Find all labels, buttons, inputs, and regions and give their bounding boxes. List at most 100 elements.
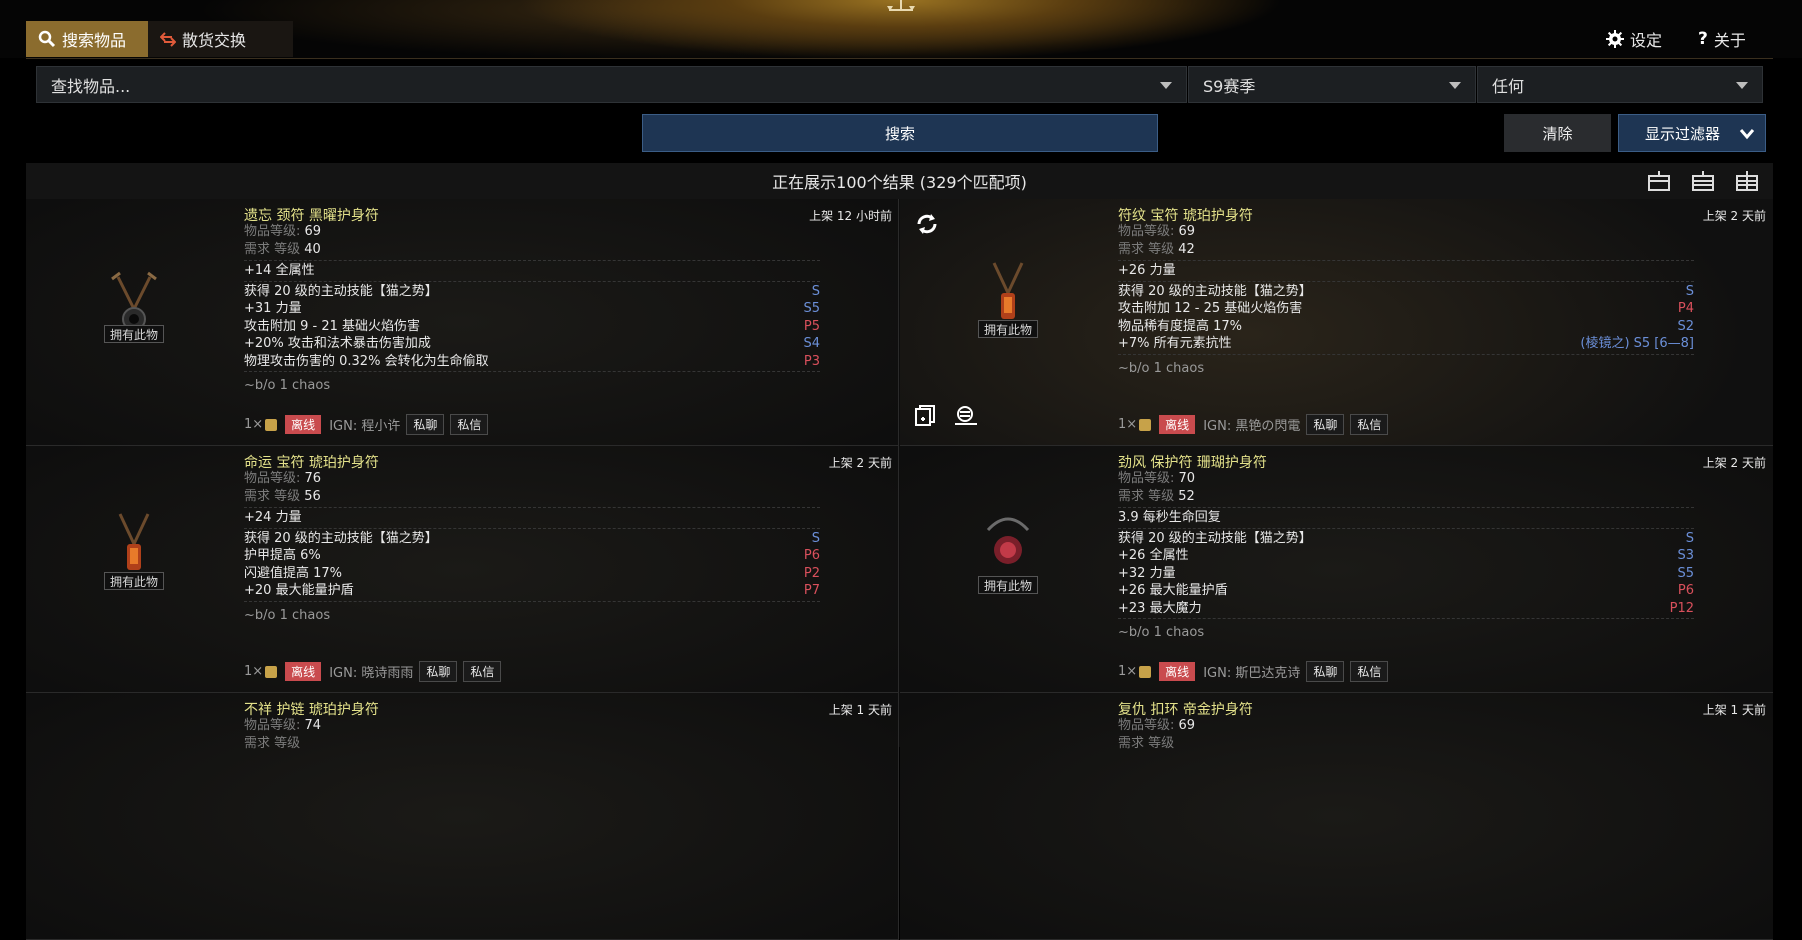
owned-label: 拥有此物 — [109, 327, 158, 342]
search-button[interactable]: 搜索 — [642, 114, 1158, 152]
mod-tier: S — [1685, 283, 1694, 299]
settings-button[interactable]: 设定 — [1606, 21, 1662, 57]
item-level-row: 物品等级: 76 — [244, 470, 892, 488]
tab-bulk-exchange[interactable]: 散货交换 — [148, 21, 293, 57]
item-level-value: 70 — [1178, 471, 1196, 486]
item-search-input[interactable]: 查找物品... — [36, 66, 1187, 103]
league-select[interactable]: S9赛季 — [1188, 66, 1476, 103]
clear-button[interactable]: 清除 — [1504, 114, 1611, 152]
item-level-row: 物品等级: 70 — [1118, 470, 1766, 488]
owned-badge[interactable]: 拥有此物 — [104, 572, 164, 590]
message-button[interactable]: 私信 — [450, 414, 489, 435]
mod-text: 获得 20 级的主动技能【猫之势】 — [244, 530, 438, 546]
item-level-key: 物品等级: — [244, 471, 305, 486]
req-level-key: 需求 等级 — [1118, 242, 1179, 257]
league-value: S9赛季 — [1203, 76, 1256, 96]
chevron-down-icon — [1739, 129, 1755, 140]
price-note: ~b/o 1 chaos — [244, 607, 331, 623]
view-grid-icon[interactable] — [1735, 170, 1759, 192]
owned-label: 拥有此物 — [983, 322, 1032, 337]
item-level-key: 物品等级: — [1118, 471, 1179, 486]
explicit-mod: 护甲提高 6% P6 — [244, 547, 820, 565]
req-level-row: 需求 等级 42 — [1118, 241, 1766, 259]
item-level-key: 物品等级: — [1118, 718, 1179, 733]
seller-row: 1× 离线 IGN: 斯巴达克诗 私聊 私信 — [1118, 661, 1389, 682]
whisper-button[interactable]: 私聊 — [1306, 414, 1345, 435]
item-name: 劲风 保护符 珊瑚护身符 — [1118, 455, 1267, 471]
item-name: 不祥 护链 琥珀护身符 — [244, 702, 379, 718]
chaos-orb-icon — [265, 665, 278, 678]
req-level-key: 需求 等级 — [1118, 489, 1179, 504]
req-level-value: 52 — [1178, 489, 1195, 504]
mod-tier: S5 — [1677, 565, 1694, 581]
message-button[interactable]: 私信 — [463, 661, 502, 682]
result-card: 拥有此物 符纹 宝符 琥珀护身符 上架 2 天前 物品等级: 69 需求 等级 … — [900, 199, 1773, 446]
implicit-mod: +24 力量 — [244, 510, 302, 525]
mod-tier: S — [1685, 530, 1694, 546]
message-button[interactable]: 私信 — [1350, 661, 1389, 682]
result-card: 拥有此物 劲风 保护符 珊瑚护身符 上架 2 天前 物品等级: 70 需求 等级… — [900, 446, 1773, 693]
results-grid: 拥有此物 遗忘 颈符 黑曜护身符 上架 12 小时前 物品等级: 69 需求 等… — [26, 199, 1773, 940]
offline-badge: 离线 — [1159, 662, 1196, 681]
result-card: 不祥 护链 琥珀护身符 上架 1 天前 物品等级: 74 需求 等级 — [26, 693, 899, 940]
mod-tier: S — [811, 530, 820, 546]
mod-text: 物理攻击伤害的 0.32% 会转化为生命偷取 — [244, 353, 489, 369]
tab-search-items[interactable]: 搜索物品 — [26, 21, 148, 57]
price-note: ~b/o 1 chaos — [1118, 360, 1205, 376]
show-filters-button[interactable]: 显示过滤器 — [1618, 114, 1766, 152]
about-label: 关于 — [1713, 31, 1746, 50]
item-level-key: 物品等级: — [244, 718, 305, 733]
view-compact-icon[interactable] — [1647, 170, 1671, 192]
mod-text: +31 力量 — [244, 301, 302, 316]
mod-text: +23 最大魔力 — [1118, 600, 1202, 616]
mods-block: +26 力量 获得 20 级的主动技能【猫之势】 S 攻击附加 12 - 25 基… — [1118, 260, 1694, 379]
req-level-row: 需求 等级 56 — [244, 488, 892, 506]
seller-ign: IGN: 程小许 — [329, 419, 401, 434]
about-button[interactable]: ? 关于 — [1698, 21, 1746, 57]
item-level-value: 69 — [304, 224, 322, 239]
price-qty: 1× — [244, 664, 264, 679]
item-info: 命运 宝符 琥珀护身符 上架 2 天前 物品等级: 76 需求 等级 56 +2… — [244, 452, 892, 626]
mod-tier: P2 — [803, 565, 820, 581]
settings-label: 设定 — [1630, 31, 1663, 50]
status-select[interactable]: 任何 — [1477, 66, 1763, 103]
implicit-mod: +14 全属性 — [244, 263, 315, 278]
refresh-icon[interactable] — [914, 211, 940, 237]
implicit-mod: 3.9 每秒生命回复 — [1118, 510, 1221, 525]
explicit-mod: +7% 所有元素抗性 (棱镜之) S5 [6—8] — [1118, 335, 1694, 353]
listed-time: 上架 1 天前 — [1702, 703, 1766, 717]
message-button[interactable]: 私信 — [1350, 414, 1389, 435]
implicit-mod: +26 力量 — [1118, 263, 1176, 278]
explicit-mod: 物理攻击伤害的 0.32% 会转化为生命偷取 P3 — [244, 353, 820, 371]
mods-block: +24 力量 获得 20 级的主动技能【猫之势】 S 护甲提高 6% P6 闪避值提… — [244, 507, 820, 626]
item-name: 命运 宝符 琥珀护身符 — [244, 455, 379, 471]
mod-tier: P4 — [1677, 301, 1694, 316]
owned-badge[interactable]: 拥有此物 — [978, 320, 1038, 338]
results-summary: 正在展示100个结果 (329个匹配项) — [772, 173, 1027, 192]
seller-row: 1× 离线 IGN: 程小许 私聊 私信 — [244, 414, 489, 435]
mod-text: 获得 20 级的主动技能【猫之势】 — [244, 283, 438, 299]
item-level-key: 物品等级: — [244, 224, 305, 239]
item-info: 遗忘 颈符 黑曜护身符 上架 12 小时前 物品等级: 69 需求 等级 40 … — [244, 205, 892, 396]
find-similar-icon[interactable] — [954, 405, 978, 427]
mods-block: +14 全属性 获得 20 级的主动技能【猫之势】 S +31 力量 S5 攻击附加… — [244, 260, 820, 396]
explicit-mod: 闪避值提高 17% P2 — [244, 565, 820, 583]
mod-text: +7% 所有元素抗性 — [1118, 336, 1232, 351]
scales-icon — [887, 0, 915, 11]
owned-badge[interactable]: 拥有此物 — [104, 325, 164, 343]
mod-tier: S5 — [803, 301, 820, 316]
mod-tier: S3 — [1677, 548, 1694, 563]
whisper-button[interactable]: 私聊 — [419, 661, 458, 682]
mod-text: 攻击附加 9 - 21 基础火焰伤害 — [244, 318, 421, 334]
owned-badge[interactable]: 拥有此物 — [978, 576, 1038, 594]
whisper-button[interactable]: 私聊 — [406, 414, 445, 435]
whisper-button[interactable]: 私聊 — [1306, 661, 1345, 682]
price-qty: 1× — [244, 417, 264, 432]
copy-icon[interactable] — [914, 405, 936, 427]
mods-block: 3.9 每秒生命回复 获得 20 级的主动技能【猫之势】 S +26 全属性 S3 … — [1118, 507, 1694, 643]
listed-time: 上架 2 天前 — [828, 456, 892, 470]
gear-icon — [1606, 30, 1624, 48]
view-options — [1647, 170, 1759, 192]
view-list-icon[interactable] — [1691, 170, 1715, 192]
seller-ign: IGN: 黒铯の閃電 — [1203, 419, 1301, 434]
